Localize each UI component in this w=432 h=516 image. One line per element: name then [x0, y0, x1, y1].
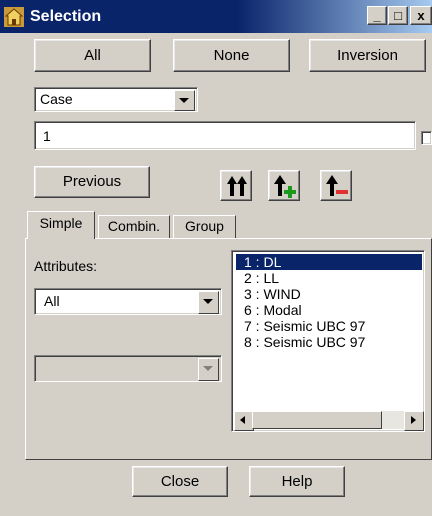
list-item[interactable]: 1 : DL — [236, 254, 422, 270]
chevron-down-icon[interactable] — [198, 291, 219, 314]
move-top-button[interactable] — [220, 170, 252, 201]
double-up-arrow-icon — [227, 176, 247, 196]
tab-simple[interactable]: Simple — [27, 211, 95, 239]
minimize-button[interactable]: _ — [367, 6, 387, 25]
list-item[interactable]: 2 : LL — [236, 270, 422, 286]
arrow-left-icon — [240, 416, 245, 424]
type-dropdown[interactable]: Case — [34, 87, 198, 112]
inversion-button[interactable]: Inversion — [309, 39, 426, 72]
select-all-button[interactable]: All — [34, 39, 151, 72]
attributes-label: Attributes: — [34, 258, 98, 274]
attributes-dropdown-value: All — [44, 293, 60, 309]
tab-combin[interactable]: Combin. — [98, 215, 170, 239]
help-button[interactable]: Help — [249, 466, 345, 497]
attributes-dropdown[interactable]: All — [34, 288, 222, 315]
close-window-button[interactable]: x — [410, 6, 432, 25]
tab-group[interactable]: Group — [173, 215, 236, 239]
maximize-icon: □ — [394, 8, 402, 23]
scroll-right-button[interactable] — [404, 411, 424, 431]
list-item[interactable]: 7 : Seismic UBC 97 — [236, 318, 422, 334]
scrollbar-thumb[interactable] — [252, 411, 382, 429]
previous-button[interactable]: Previous — [34, 166, 150, 198]
house-icon — [4, 7, 24, 27]
close-icon: x — [417, 8, 425, 23]
list-item[interactable]: 8 : Seismic UBC 97 — [236, 334, 422, 350]
chevron-down-icon[interactable] — [198, 358, 219, 381]
up-arrow-minus-icon — [326, 175, 348, 196]
close-button[interactable]: Close — [132, 466, 228, 497]
remove-case-button[interactable] — [320, 170, 352, 201]
scroll-left-button[interactable] — [234, 411, 254, 431]
minimize-icon: _ — [373, 8, 381, 23]
chevron-down-icon[interactable] — [174, 90, 195, 111]
case-input-value: 1 — [43, 128, 51, 144]
type-dropdown-value: Case — [40, 91, 73, 107]
attribute-value-dropdown[interactable] — [34, 355, 222, 382]
list-item[interactable]: 3 : WIND — [236, 286, 422, 302]
case-input[interactable]: 1 — [34, 121, 416, 150]
add-case-button[interactable] — [268, 170, 300, 201]
horizontal-scrollbar[interactable] — [234, 411, 424, 431]
window-title: Selection — [30, 8, 102, 25]
maximize-button[interactable]: □ — [388, 6, 408, 25]
checkbox[interactable] — [421, 131, 432, 145]
arrow-right-icon — [411, 416, 416, 424]
select-none-button[interactable]: None — [173, 39, 290, 72]
title-bar[interactable]: Selection _ □ x — [0, 0, 432, 33]
list-item[interactable]: 6 : Modal — [236, 302, 422, 318]
up-arrow-plus-icon — [274, 175, 296, 198]
case-list[interactable]: 1 : DL 2 : LL 3 : WIND 6 : Modal 7 : Seismic… — [231, 250, 425, 432]
